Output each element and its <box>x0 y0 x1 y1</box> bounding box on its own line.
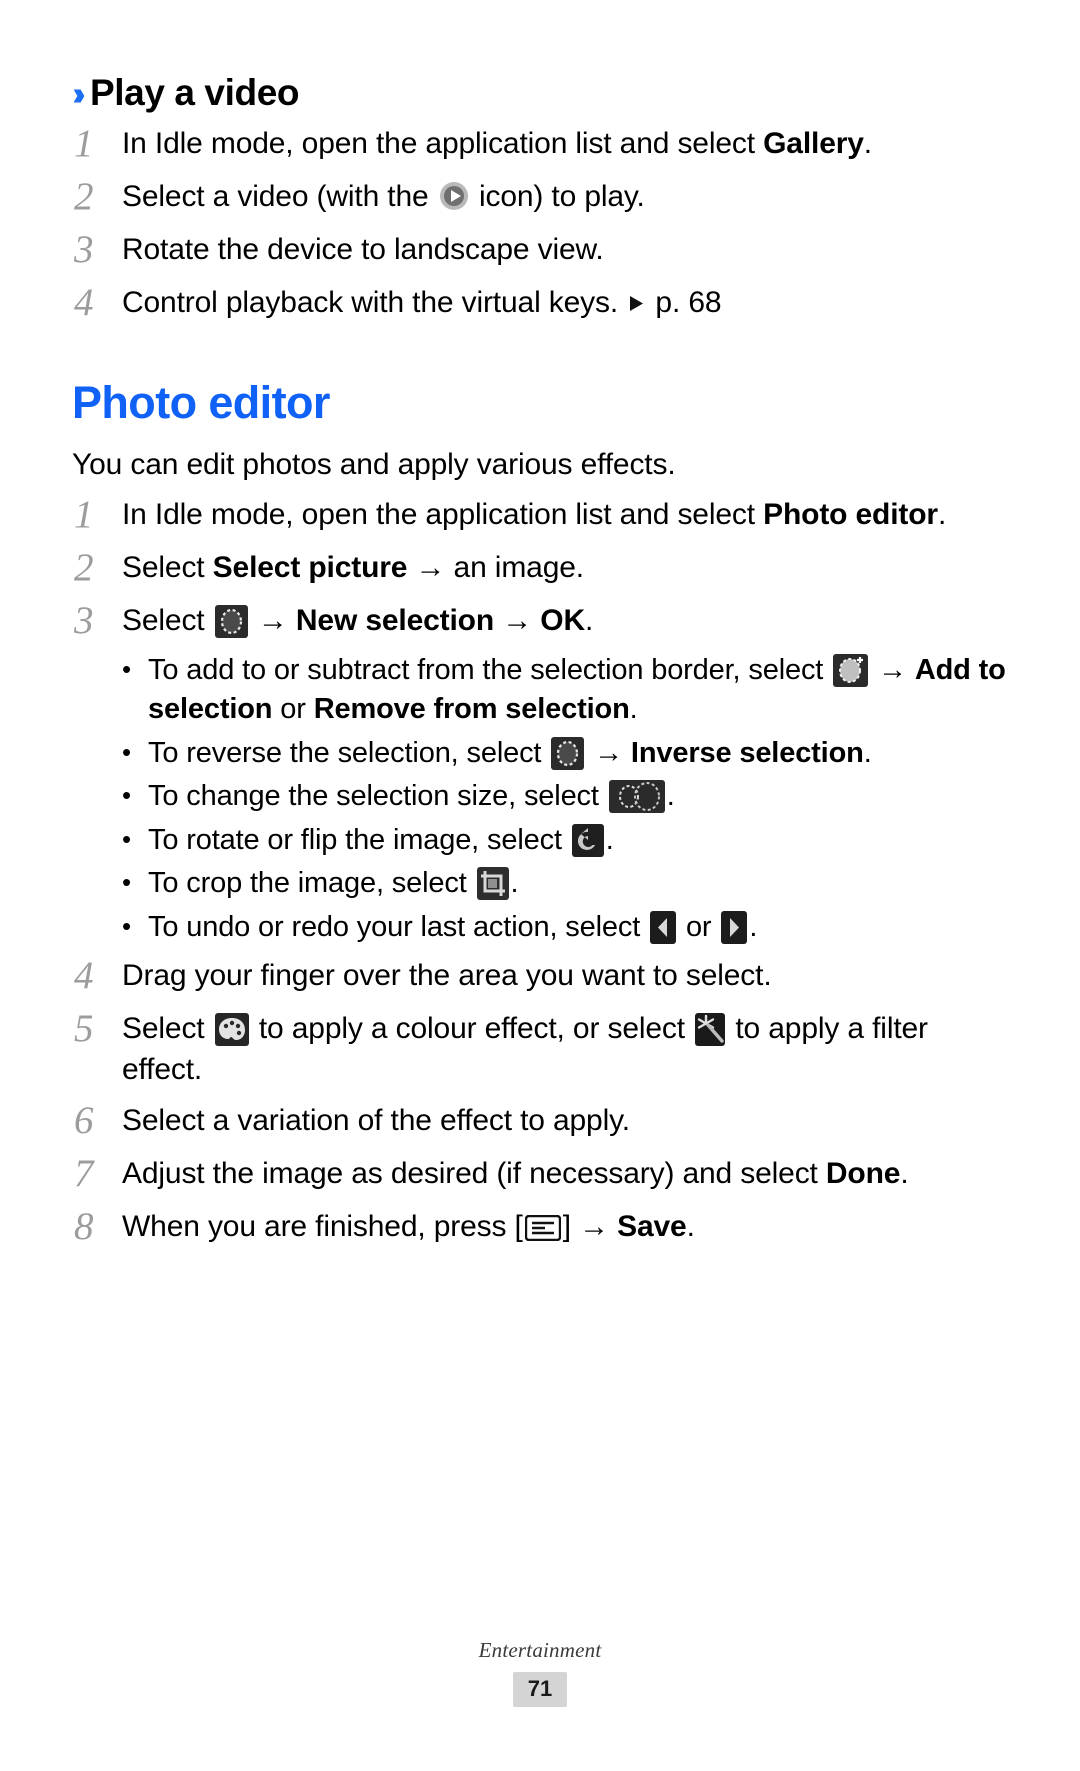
step-text: Select → New selection → OK. <box>122 603 594 638</box>
photo-editor-step-list: 1 In Idle mode, open the application list… <box>72 492 1008 1250</box>
list-item: • To reverse the selection, select → Inve… <box>120 734 1008 773</box>
step-number: 4 <box>74 280 94 324</box>
footer-chapter-label: Entertainment <box>478 1638 602 1662</box>
bullet-text: To change the selection size, select . <box>148 780 675 814</box>
emphasis-text: Select picture <box>212 550 408 584</box>
intro-paragraph: You can edit photos and apply various ef… <box>72 448 676 482</box>
numbered-step: 3 Select → New selection → OK. <box>72 598 1008 644</box>
numbered-step: 6 Select a variation of the effect to app… <box>72 1098 1008 1144</box>
step-number: 5 <box>74 1007 94 1051</box>
list-item: • To add to or subtract from the selectio… <box>120 651 1008 730</box>
emphasis-text: Photo editor <box>763 497 938 531</box>
page-title: Photo editor <box>72 376 330 428</box>
selection-circle-icon <box>214 604 248 638</box>
rotate-flip-icon <box>571 823 604 857</box>
list-item: • To change the selection size, select . <box>120 777 1008 816</box>
step-text: When you are finished, press [] → Save. <box>122 1209 695 1243</box>
colour-palette-icon <box>214 1013 249 1047</box>
list-item: • To crop the image, select . <box>120 864 1008 903</box>
emphasis-text: Gallery <box>763 126 864 160</box>
play-video-step-list: 1 In Idle mode, open the application list… <box>72 121 1008 326</box>
emphasis-text: Inverse selection <box>630 736 864 769</box>
photo-editor-bullet-list: • To add to or subtract from the selectio… <box>72 651 1008 947</box>
list-item: • To rotate or flip the image, select . <box>120 821 1008 860</box>
emphasis-text: Done <box>825 1156 901 1190</box>
selection-circle-icon <box>551 736 585 770</box>
step-number: 2 <box>74 174 94 218</box>
step-text: Drag your finger over the area you want … <box>122 959 772 993</box>
step-number: 7 <box>74 1151 94 1195</box>
triangle-right-icon <box>628 294 645 313</box>
bullet-text: To rotate or flip the image, select . <box>148 823 614 857</box>
manual-page: ›› Play a video 1 In Idle mode, open the … <box>0 0 1080 1771</box>
bullet-text: To reverse the selection, select → Inver… <box>148 736 872 770</box>
numbered-step: 4 Drag your finger over the area you want… <box>72 953 1008 999</box>
step-text: Select a video (with the icon) to play. <box>122 179 645 213</box>
page-number-badge: 71 <box>513 1672 567 1707</box>
play-circle-icon <box>439 181 469 211</box>
step-text: Control playback with the virtual keys. … <box>122 285 722 319</box>
numbered-step: 3 Rotate the device to landscape view. <box>72 227 1008 273</box>
magic-wand-icon <box>695 1013 726 1047</box>
numbered-step: 8 When you are finished, press [] → Save. <box>72 1204 1008 1250</box>
numbered-step: 7 Adjust the image as desired (if necessa… <box>72 1151 1008 1197</box>
menu-key-icon <box>524 1214 561 1241</box>
add-selection-icon <box>833 653 869 687</box>
numbered-step: 1 In Idle mode, open the application list… <box>72 492 1008 538</box>
emphasis-text: New selection <box>295 603 495 637</box>
step-number: 6 <box>74 1098 94 1142</box>
step-text: Rotate the device to landscape view. <box>122 232 604 266</box>
numbered-step: 4 Control playback with the virtual keys.… <box>72 280 1008 326</box>
emphasis-text: Save <box>617 1209 687 1243</box>
step-text: Select Select picture → an image. <box>122 550 584 584</box>
crop-icon <box>476 867 509 901</box>
bullet-text: To crop the image, select . <box>148 867 519 901</box>
page-footer: Entertainment 71 <box>0 1638 1080 1707</box>
section-heading-play-a-video: ›› Play a video <box>72 72 1008 115</box>
undo-arrow-icon <box>650 910 677 944</box>
step-text: Adjust the image as desired (if necessar… <box>122 1156 909 1190</box>
numbered-step: 2 Select a video (with the icon) to play. <box>72 174 1008 220</box>
bullet-dot-icon: • <box>122 910 131 941</box>
step-text: Select to apply a colour effect, or sele… <box>122 1012 928 1086</box>
step-text: In Idle mode, open the application list … <box>122 497 947 531</box>
bullet-text: To undo or redo your last action, select… <box>148 910 758 944</box>
numbered-step: 5 Select to apply a colour effect, or sel… <box>72 1006 1008 1091</box>
bullet-dot-icon: • <box>122 867 131 898</box>
section-heading-label: Play a video <box>89 72 300 113</box>
step-number: 3 <box>74 227 94 271</box>
selection-size-icon <box>608 780 665 814</box>
step-text: In Idle mode, open the application list … <box>122 126 872 160</box>
step-number: 4 <box>74 954 94 998</box>
step-number: 8 <box>74 1204 94 1248</box>
numbered-step: 2 Select Select picture → an image. <box>72 545 1008 591</box>
step-number: 1 <box>74 492 94 536</box>
list-item: • To undo or redo your last action, selec… <box>120 908 1008 947</box>
emphasis-text: Remove from selection <box>313 693 630 726</box>
bullet-dot-icon: • <box>122 823 131 854</box>
bullet-dot-icon: • <box>122 653 131 684</box>
step-number: 1 <box>74 121 94 165</box>
step-number: 2 <box>74 545 94 589</box>
numbered-step: 1 In Idle mode, open the application list… <box>72 121 1008 167</box>
step-text: Select a variation of the effect to appl… <box>122 1103 630 1137</box>
double-chevron-right-icon: ›› <box>72 75 86 112</box>
step-number: 3 <box>74 598 94 642</box>
redo-arrow-icon <box>721 910 748 944</box>
bullet-dot-icon: • <box>122 780 131 811</box>
bullet-dot-icon: • <box>122 736 131 767</box>
bullet-text: To add to or subtract from the selection… <box>148 653 1006 726</box>
emphasis-text: OK <box>540 603 585 637</box>
